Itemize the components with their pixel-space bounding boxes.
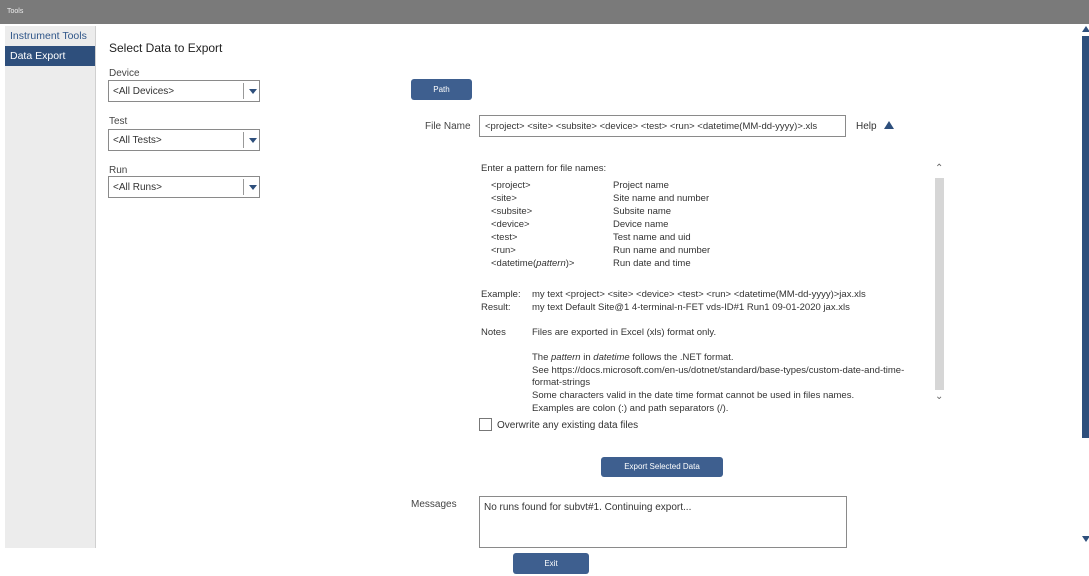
path-button[interactable]: Path xyxy=(411,79,472,100)
note-line: Examples are colon (:) and path separato… xyxy=(532,403,729,414)
pattern-desc: Device name xyxy=(613,219,669,230)
result-label: Result: xyxy=(481,302,511,313)
pattern-desc: Run date and time xyxy=(613,258,691,269)
pattern-token: <project> xyxy=(491,180,531,191)
note-line: See https://docs.microsoft.com/en-us/dot… xyxy=(532,365,905,376)
pattern-token: <run> xyxy=(491,245,516,256)
chevron-down-icon xyxy=(249,185,257,190)
example-label: Example: xyxy=(481,289,521,300)
help-intro: Enter a pattern for file names: xyxy=(481,163,607,174)
file-name-value: <project> <site> <subsite> <device> <tes… xyxy=(485,121,818,132)
pattern-desc: Project name xyxy=(613,180,669,191)
messages-label: Messages xyxy=(411,499,457,510)
pattern-token: <subsite> xyxy=(491,206,533,217)
device-dropdown-value: <All Devices> xyxy=(113,86,175,97)
export-selected-data-button[interactable]: Export Selected Data xyxy=(601,457,723,477)
note-line: The pattern in datetime follows the .NET… xyxy=(532,352,734,363)
sidebar-item-instrument-tools[interactable]: Instrument Tools xyxy=(5,26,95,46)
test-dropdown[interactable]: <All Tests> xyxy=(108,129,260,151)
chevron-down-icon xyxy=(249,138,257,143)
chevron-down-icon xyxy=(249,89,257,94)
collapse-up-icon[interactable] xyxy=(884,121,894,129)
pattern-desc: Site name and number xyxy=(613,193,710,204)
help-panel: Enter a pattern for file names: <project… xyxy=(478,154,948,417)
note-line: Files are exported in Excel (xls) format… xyxy=(532,327,717,338)
run-dropdown[interactable]: <All Runs> xyxy=(108,176,260,198)
pattern-token: <site> xyxy=(491,193,517,204)
help-scrollbar[interactable] xyxy=(935,178,944,390)
page-title: Select Data to Export xyxy=(109,41,223,55)
dropdown-separator xyxy=(243,83,244,99)
overwrite-label: Overwrite any existing data files xyxy=(497,420,639,431)
run-label: Run xyxy=(109,165,128,176)
help-label[interactable]: Help xyxy=(856,121,877,132)
test-label: Test xyxy=(109,116,128,127)
dropdown-separator xyxy=(243,179,244,195)
window-titlebar: Tools xyxy=(0,0,1089,24)
result-value: my text Default Site@1 4-terminal-n-FET … xyxy=(532,302,850,313)
pattern-token: <device> xyxy=(491,219,530,230)
device-label: Device xyxy=(109,68,140,79)
pattern-desc: Test name and uid xyxy=(613,232,691,243)
pattern-token: <test> xyxy=(491,232,518,243)
file-name-label: File Name xyxy=(425,121,471,132)
exit-button[interactable]: Exit xyxy=(513,553,589,574)
pattern-desc: Run name and number xyxy=(613,245,711,256)
scroll-up-icon[interactable]: ⌃ xyxy=(935,163,943,174)
scroll-up-icon[interactable] xyxy=(1082,26,1089,32)
scroll-down-icon[interactable]: ⌄ xyxy=(935,391,943,402)
notes-label: Notes xyxy=(481,327,506,338)
device-dropdown[interactable]: <All Devices> xyxy=(108,80,260,102)
run-dropdown-value: <All Runs> xyxy=(113,182,162,193)
messages-text: No runs found for subvt#1. Continuing ex… xyxy=(484,502,692,513)
pattern-desc: Subsite name xyxy=(613,206,672,217)
sidebar: Instrument Tools Data Export xyxy=(5,26,96,548)
sidebar-item-data-export[interactable]: Data Export xyxy=(5,46,95,66)
scroll-down-icon[interactable] xyxy=(1082,536,1089,542)
page-scrollbar[interactable] xyxy=(1082,36,1089,438)
test-dropdown-value: <All Tests> xyxy=(113,135,162,146)
example-value: my text <project> <site> <device> <test>… xyxy=(532,289,866,300)
overwrite-checkbox[interactable] xyxy=(479,418,492,431)
pattern-token-datetime: <datetime(pattern)> xyxy=(491,258,575,269)
note-line: format-strings xyxy=(532,377,591,388)
messages-textarea[interactable]: No runs found for subvt#1. Continuing ex… xyxy=(479,496,847,548)
note-line: Some characters valid in the date time f… xyxy=(532,390,855,401)
dropdown-separator xyxy=(243,132,244,148)
window-title: Tools xyxy=(7,8,24,15)
file-name-field[interactable]: <project> <site> <subsite> <device> <tes… xyxy=(479,115,846,137)
